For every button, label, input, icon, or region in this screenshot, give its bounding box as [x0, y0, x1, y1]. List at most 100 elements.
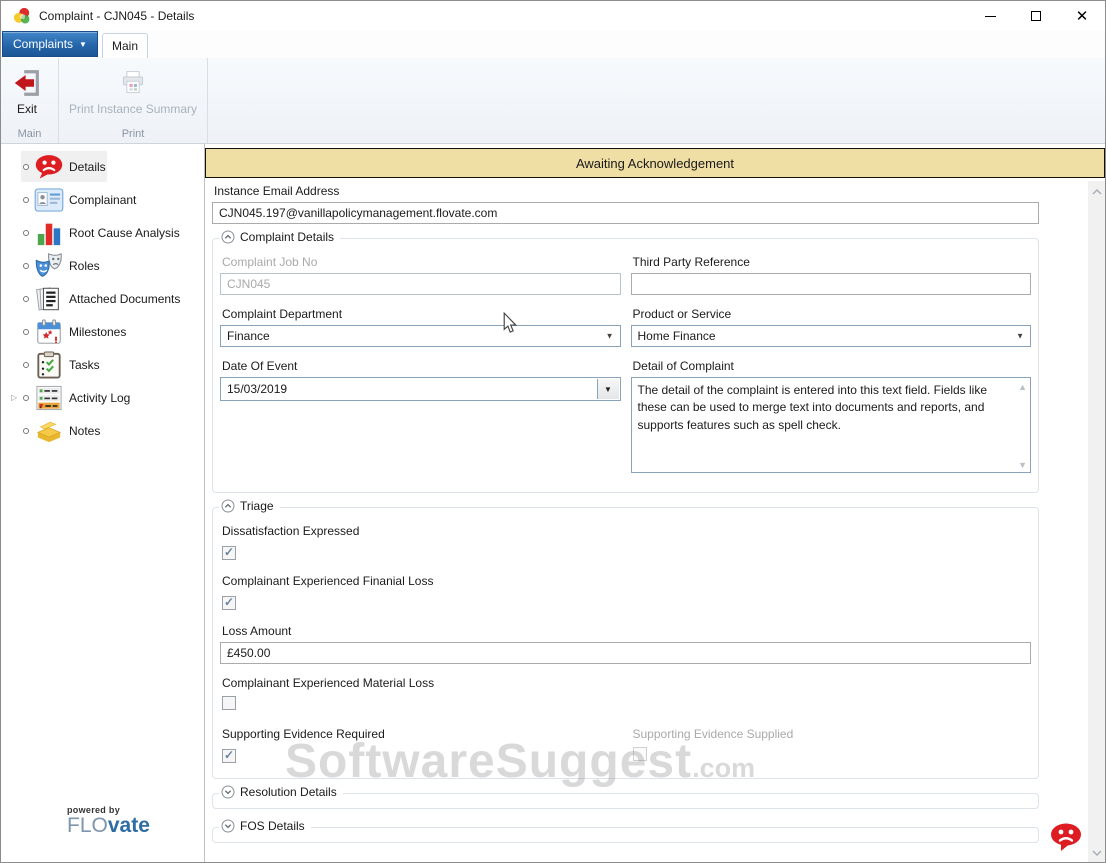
evidence-required-label: Supporting Evidence Required — [222, 727, 385, 741]
expand-button[interactable] — [221, 819, 235, 833]
department-label: Complaint Department — [222, 307, 343, 321]
sidebar-item-roles[interactable]: Roles — [1, 249, 204, 282]
collapse-button[interactable] — [221, 230, 235, 244]
print-instance-summary-label: Print Instance Summary — [69, 102, 198, 116]
product-dropdown[interactable]: Home Finance ▼ — [630, 325, 1031, 347]
bar-chart-icon — [33, 218, 65, 248]
sidebar-item-details[interactable]: Details — [1, 150, 204, 183]
date-dropdown-button[interactable]: ▼ — [596, 379, 619, 399]
item-bullet — [23, 196, 29, 203]
sidebar-item-root-cause-analysis[interactable]: Root Cause Analysis — [1, 216, 204, 249]
close-icon: ✕ — [1075, 7, 1089, 25]
title-bar: Complaint - CJN045 - Details ✕ — [1, 1, 1105, 31]
evidence-required-checkbox[interactable]: ✓ — [222, 749, 236, 763]
sidebar-item-label: Milestones — [69, 324, 127, 339]
sidebar-item-label: Activity Log — [69, 390, 131, 405]
product-label: Product or Service — [632, 307, 732, 321]
log-list-icon — [33, 383, 65, 413]
job-no-input — [220, 273, 621, 295]
detail-of-complaint-label: Detail of Complaint — [632, 359, 734, 373]
textarea-scroll-down-icon[interactable]: ▼ — [1018, 460, 1027, 470]
section-fos-details: FOS Details — [212, 819, 1039, 843]
tab-main-label: Main — [111, 39, 138, 53]
sidebar-item-label: Notes — [69, 423, 101, 438]
maximize-icon — [1031, 11, 1041, 21]
sidebar-item-attached-documents[interactable]: Attached Documents — [1, 282, 204, 315]
sidebar-item-milestones[interactable]: Milestones — [1, 315, 204, 348]
ribbon: Exit Main Print Instance Summary Print — [1, 58, 1105, 144]
sidebar-item-label: Tasks — [69, 357, 100, 372]
textarea-scroll-up-icon[interactable]: ▲ — [1018, 382, 1027, 392]
third-party-input[interactable] — [630, 273, 1031, 295]
third-party-label: Third Party Reference — [632, 255, 750, 269]
complaint-corner-icon — [1049, 822, 1083, 857]
id-card-icon — [33, 185, 65, 215]
close-button[interactable]: ✕ — [1059, 1, 1105, 31]
sidebar-item-notes[interactable]: Notes — [1, 414, 204, 447]
expander-icon[interactable]: ▷ — [11, 393, 17, 402]
minimize-button[interactable] — [967, 1, 1013, 31]
complaints-menu-button[interactable]: Complaints ▼ — [2, 31, 98, 57]
theatre-masks-icon — [33, 251, 65, 281]
exit-label: Exit — [16, 102, 37, 116]
loss-amount-label: Loss Amount — [222, 624, 292, 638]
dissatisfaction-label: Dissatisfaction Expressed — [222, 524, 360, 538]
sidebar-item-label: Attached Documents — [69, 291, 181, 306]
ribbon-group-main-label: Main — [17, 128, 42, 140]
sidebar-item-label: Root Cause Analysis — [69, 225, 180, 240]
item-bullet — [23, 394, 29, 401]
item-bullet — [23, 163, 29, 170]
financial-loss-checkbox[interactable]: ✓ — [222, 596, 236, 610]
logo-vate: vate — [107, 813, 150, 837]
sidebar-item-label: Roles — [69, 258, 100, 273]
ribbon-group-print-label: Print — [121, 128, 145, 140]
section-title: Complaint Details — [240, 230, 335, 244]
sidebar-item-activity-log[interactable]: ▷ Activity Log — [1, 381, 204, 414]
section-resolution-details: Resolution Details — [212, 785, 1039, 809]
scroll-up-icon[interactable] — [1088, 183, 1105, 200]
sidebar-item-complainant[interactable]: Complainant — [1, 183, 204, 216]
item-bullet — [23, 229, 29, 236]
maximize-button[interactable] — [1013, 1, 1059, 31]
chevron-down-icon: ▼ — [1016, 331, 1024, 341]
scroll-down-icon[interactable] — [1088, 844, 1105, 861]
financial-loss-label: Complainant Experienced Finanial Loss — [222, 574, 434, 588]
material-loss-label: Complainant Experienced Material Loss — [222, 676, 435, 690]
flovate-logo: powered by FLOvate — [67, 805, 150, 837]
department-value: Finance — [227, 329, 270, 343]
chevron-down-icon: ▼ — [605, 331, 614, 341]
documents-icon — [33, 284, 65, 314]
expand-button[interactable] — [221, 785, 235, 799]
tab-main[interactable]: Main — [102, 33, 148, 58]
date-of-event-picker[interactable]: 15/03/2019 ▼ — [220, 377, 621, 401]
app-icon — [13, 7, 31, 25]
department-dropdown[interactable]: Finance ▼ — [220, 325, 621, 347]
sidebar: Details Complainant Root Cause Analysis … — [1, 144, 204, 862]
status-banner: Awaiting Acknowledgement — [205, 148, 1105, 178]
calendar-icon — [33, 317, 65, 347]
loss-amount-input[interactable] — [220, 642, 1031, 664]
instance-email-label: Instance Email Address — [214, 184, 340, 198]
section-title: Triage — [240, 499, 274, 513]
sidebar-item-label: Complainant — [69, 192, 137, 207]
exit-button[interactable]: Exit — [5, 62, 49, 119]
sidebar-item-tasks[interactable]: Tasks — [1, 348, 204, 381]
content-panel: Awaiting Acknowledgement Instance Email … — [204, 144, 1105, 862]
instance-email-input[interactable] — [212, 202, 1039, 224]
collapse-button[interactable] — [221, 499, 235, 513]
item-bullet — [23, 262, 29, 269]
sidebar-item-label: Details — [69, 159, 106, 174]
evidence-supplied-checkbox: ✓ — [632, 747, 647, 761]
date-of-event-value: 15/03/2019 — [227, 382, 288, 396]
app-window: Complaint - CJN045 - Details ✕ Complaint… — [0, 0, 1106, 863]
item-bullet — [23, 328, 29, 335]
complaints-menu-label: Complaints — [13, 37, 74, 51]
dissatisfaction-checkbox[interactable]: ✓ — [222, 546, 236, 560]
date-of-event-label: Date Of Event — [222, 359, 298, 373]
material-loss-checkbox[interactable]: ✓ — [222, 696, 236, 710]
vertical-scrollbar[interactable] — [1088, 181, 1105, 862]
section-title: Resolution Details — [240, 785, 337, 799]
section-title: FOS Details — [240, 819, 305, 833]
detail-of-complaint-textarea[interactable]: The detail of the complaint is entered i… — [630, 377, 1031, 473]
section-triage: Triage Dissatisfaction Expressed ✓ Compl… — [212, 499, 1039, 779]
